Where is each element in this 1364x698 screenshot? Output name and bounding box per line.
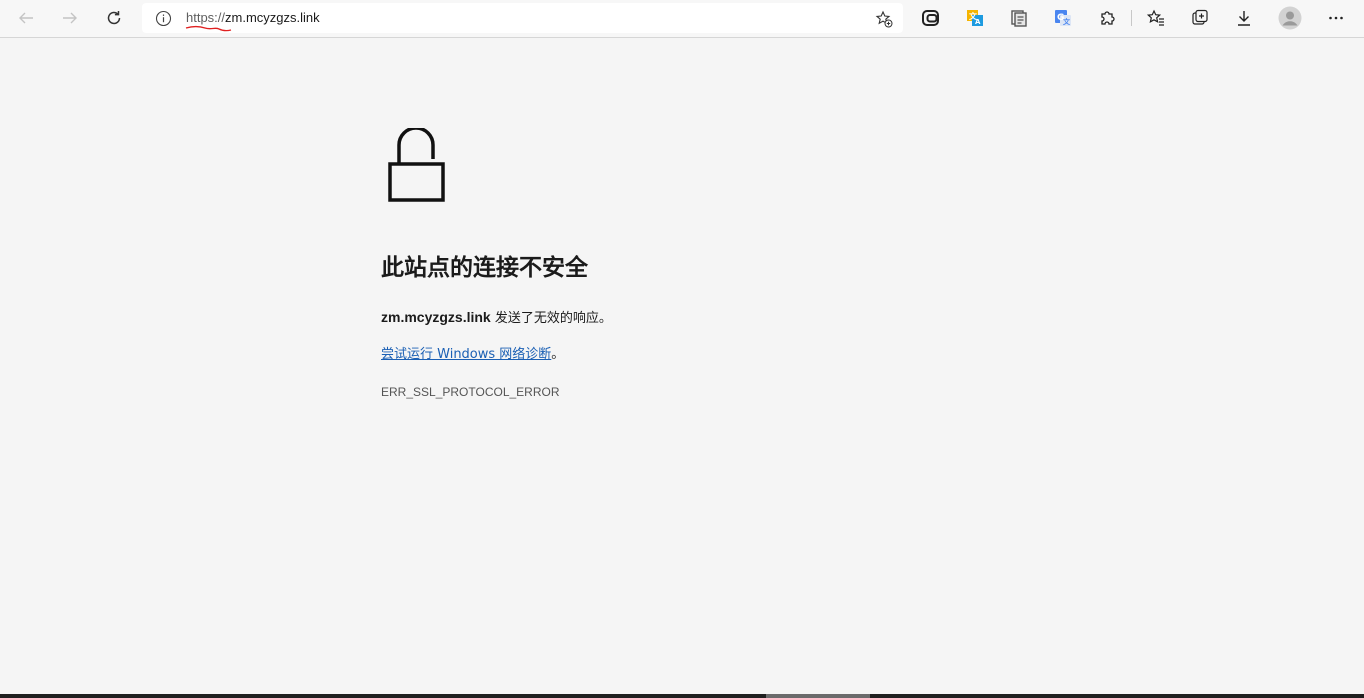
- info-icon[interactable]: [155, 10, 172, 27]
- site-host: zm.mcyzgzs.link: [381, 309, 491, 325]
- address-bar[interactable]: https://zm.mcyzgzs.link: [142, 3, 903, 33]
- back-arrow-icon: [19, 12, 33, 24]
- error-code: ERR_SSL_PROTOCOL_ERROR: [381, 385, 560, 399]
- suggestion-suffix: 。: [551, 347, 565, 362]
- collections-button[interactable]: [1185, 4, 1215, 32]
- puzzle-icon: [1101, 11, 1115, 25]
- url-host: zm.mcyzgzs.link: [225, 10, 320, 25]
- svg-text:文: 文: [1063, 17, 1071, 26]
- translate-extension-button[interactable]: 文 A: [960, 4, 990, 32]
- extension-link-icon: [922, 10, 939, 26]
- suggestion: 尝试运行 Windows 网络诊断。: [381, 343, 564, 362]
- star-add-icon[interactable]: [875, 10, 893, 28]
- more-menu-icon: [1329, 16, 1343, 20]
- extension-link-button[interactable]: [916, 4, 946, 32]
- profile-button[interactable]: [1275, 4, 1305, 32]
- url-scheme: https://: [186, 10, 226, 25]
- forward-arrow-icon: [63, 12, 77, 24]
- translate-extension-icon: 文 A: [967, 10, 983, 26]
- red-underline-annotation: [185, 25, 232, 32]
- toolbar-separator: [1131, 10, 1132, 26]
- svg-text:A: A: [975, 18, 981, 26]
- extensions-button[interactable]: [1092, 4, 1122, 32]
- page-title: 此站点的连接不安全: [381, 255, 588, 281]
- google-translate-icon: G 文: [1055, 10, 1071, 26]
- refresh-icon: [107, 11, 121, 25]
- download-icon: [1238, 11, 1250, 26]
- taskbar-edge: [0, 694, 1364, 698]
- taskbar-highlight: [766, 694, 870, 698]
- forward-button[interactable]: [55, 4, 85, 32]
- google-translate-button[interactable]: G 文: [1048, 4, 1078, 32]
- more-menu-button[interactable]: [1321, 4, 1351, 32]
- browser-toolbar: https://zm.mcyzgzs.link 文 A G 文: [0, 0, 1364, 38]
- error-description: zm.mcyzgzs.link 发送了无效的响应。: [381, 307, 612, 326]
- collections-icon: [1192, 9, 1208, 25]
- network-diagnostics-link[interactable]: 尝试运行 Windows 网络诊断: [381, 347, 551, 362]
- profile-avatar-icon: [1278, 6, 1302, 30]
- downloads-button[interactable]: [1229, 4, 1259, 32]
- favorites-button[interactable]: [1141, 4, 1171, 32]
- refresh-button[interactable]: [99, 4, 129, 32]
- back-button[interactable]: [11, 4, 41, 32]
- clipboard-extension-icon: [1011, 10, 1027, 27]
- description-text: 发送了无效的响应。: [490, 311, 612, 326]
- open-lock-icon: [388, 128, 445, 202]
- clipboard-extension-button[interactable]: [1004, 4, 1034, 32]
- favorites-star-icon: [1146, 9, 1164, 26]
